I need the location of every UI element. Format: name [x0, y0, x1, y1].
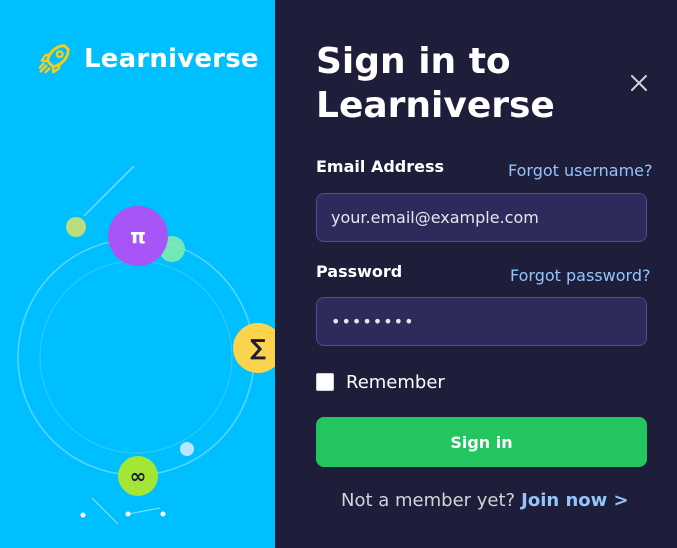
- sigma-badge: ∑: [233, 323, 275, 373]
- email-label: Email Address: [316, 157, 445, 176]
- signup-prompt-text: Not a member yet?: [341, 490, 516, 511]
- pi-badge: π: [108, 206, 168, 266]
- brand-name: Learniverse: [84, 44, 259, 74]
- email-field[interactable]: [316, 193, 647, 242]
- remember-label: Remember: [346, 372, 445, 393]
- brand-logo: Learniverse: [36, 40, 259, 78]
- forgot-username-link[interactable]: Forgot username?: [508, 161, 653, 180]
- title-line-1: Sign in to: [316, 41, 511, 82]
- page-title: Sign in to Learniverse: [316, 40, 616, 128]
- password-label: Password: [316, 262, 403, 281]
- forgot-password-link[interactable]: Forgot password?: [510, 266, 650, 285]
- infinity-badge: ∞: [118, 456, 158, 496]
- rocket-icon: [38, 44, 70, 74]
- brand-panel: Learniverse π ∑ ∞: [0, 0, 275, 548]
- sign-in-button[interactable]: Sign in: [316, 417, 647, 467]
- join-now-link[interactable]: Join now >: [521, 490, 628, 511]
- close-icon[interactable]: [628, 72, 650, 94]
- remember-checkbox[interactable]: [316, 373, 334, 391]
- signup-prompt: Not a member yet? Join now >: [341, 490, 629, 511]
- sign-in-window: Learniverse π ∑ ∞ Sign in to Learniverse…: [0, 0, 677, 548]
- password-field[interactable]: [316, 297, 647, 346]
- title-line-2: Learniverse: [316, 85, 555, 126]
